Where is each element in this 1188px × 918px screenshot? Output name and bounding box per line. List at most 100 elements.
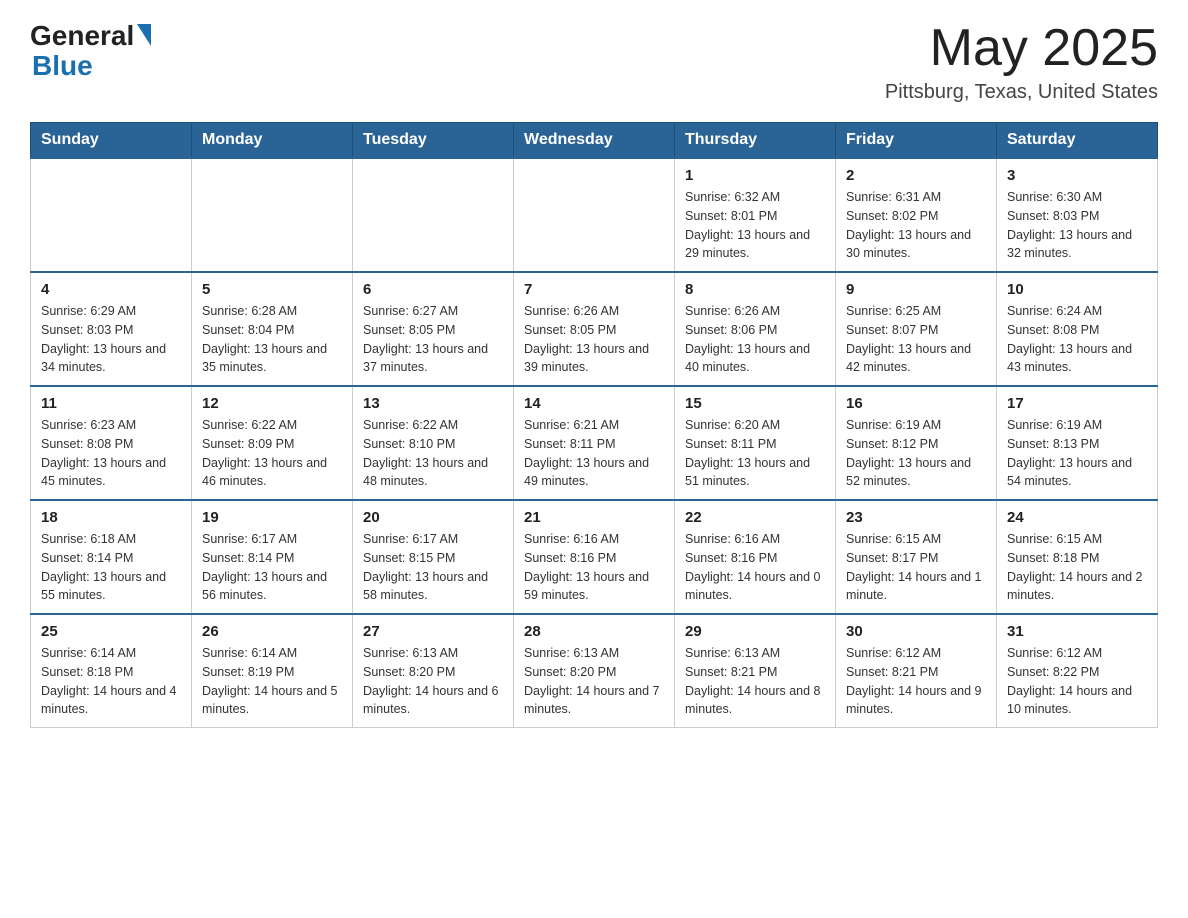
day-number: 23 <box>846 509 986 526</box>
day-info: Sunrise: 6:15 AMSunset: 8:18 PMDaylight:… <box>1007 530 1147 605</box>
day-info: Sunrise: 6:21 AMSunset: 8:11 PMDaylight:… <box>524 416 664 491</box>
day-info: Sunrise: 6:26 AMSunset: 8:05 PMDaylight:… <box>524 302 664 377</box>
day-info: Sunrise: 6:20 AMSunset: 8:11 PMDaylight:… <box>685 416 825 491</box>
calendar-cell <box>31 158 192 272</box>
day-info: Sunrise: 6:22 AMSunset: 8:09 PMDaylight:… <box>202 416 342 491</box>
day-number: 28 <box>524 623 664 640</box>
location-subtitle: Pittsburg, Texas, United States <box>885 81 1158 104</box>
day-number: 6 <box>363 281 503 298</box>
day-info: Sunrise: 6:25 AMSunset: 8:07 PMDaylight:… <box>846 302 986 377</box>
calendar-day-header: Thursday <box>675 123 836 159</box>
day-info: Sunrise: 6:30 AMSunset: 8:03 PMDaylight:… <box>1007 188 1147 263</box>
day-number: 1 <box>685 167 825 184</box>
calendar-day-header: Wednesday <box>514 123 675 159</box>
day-info: Sunrise: 6:18 AMSunset: 8:14 PMDaylight:… <box>41 530 181 605</box>
day-number: 10 <box>1007 281 1147 298</box>
day-number: 8 <box>685 281 825 298</box>
day-number: 11 <box>41 395 181 412</box>
day-number: 30 <box>846 623 986 640</box>
day-info: Sunrise: 6:31 AMSunset: 8:02 PMDaylight:… <box>846 188 986 263</box>
calendar-day-header: Tuesday <box>353 123 514 159</box>
day-number: 19 <box>202 509 342 526</box>
calendar-cell: 9 Sunrise: 6:25 AMSunset: 8:07 PMDaylight… <box>836 272 997 386</box>
day-info: Sunrise: 6:29 AMSunset: 8:03 PMDaylight:… <box>41 302 181 377</box>
calendar-cell: 22 Sunrise: 6:16 AMSunset: 8:16 PMDayligh… <box>675 500 836 614</box>
calendar-cell: 13Sunrise: 6:22 AMSunset: 8:10 PMDayligh… <box>353 386 514 500</box>
day-info: Sunrise: 6:15 AMSunset: 8:17 PMDaylight:… <box>846 530 986 605</box>
day-info: Sunrise: 6:26 AMSunset: 8:06 PMDaylight:… <box>685 302 825 377</box>
logo: General Blue <box>30 20 151 80</box>
day-number: 17 <box>1007 395 1147 412</box>
calendar-cell: 1 Sunrise: 6:32 AMSunset: 8:01 PMDaylight… <box>675 158 836 272</box>
calendar-cell: 10Sunrise: 6:24 AMSunset: 8:08 PMDayligh… <box>997 272 1158 386</box>
calendar-cell: 11 Sunrise: 6:23 AMSunset: 8:08 PMDayligh… <box>31 386 192 500</box>
calendar-cell: 2 Sunrise: 6:31 AMSunset: 8:02 PMDaylight… <box>836 158 997 272</box>
day-number: 12 <box>202 395 342 412</box>
day-number: 24 <box>1007 509 1147 526</box>
day-info: Sunrise: 6:27 AMSunset: 8:05 PMDaylight:… <box>363 302 503 377</box>
calendar-cell: 26 Sunrise: 6:14 AMSunset: 8:19 PMDayligh… <box>192 614 353 728</box>
calendar-cell: 17Sunrise: 6:19 AMSunset: 8:13 PMDayligh… <box>997 386 1158 500</box>
day-number: 16 <box>846 395 986 412</box>
day-number: 27 <box>363 623 503 640</box>
calendar-cell: 4 Sunrise: 6:29 AMSunset: 8:03 PMDaylight… <box>31 272 192 386</box>
calendar-cell <box>192 158 353 272</box>
calendar-day-header: Friday <box>836 123 997 159</box>
day-number: 22 <box>685 509 825 526</box>
day-info: Sunrise: 6:32 AMSunset: 8:01 PMDaylight:… <box>685 188 825 263</box>
calendar-week-row: 11 Sunrise: 6:23 AMSunset: 8:08 PMDayligh… <box>31 386 1158 500</box>
logo-triangle-icon <box>137 24 151 46</box>
day-number: 7 <box>524 281 664 298</box>
calendar-cell: 12 Sunrise: 6:22 AMSunset: 8:09 PMDayligh… <box>192 386 353 500</box>
day-number: 9 <box>846 281 986 298</box>
day-info: Sunrise: 6:13 AMSunset: 8:21 PMDaylight:… <box>685 644 825 719</box>
day-info: Sunrise: 6:14 AMSunset: 8:18 PMDaylight:… <box>41 644 181 719</box>
calendar-table: SundayMondayTuesdayWednesdayThursdayFrid… <box>30 122 1158 728</box>
logo-general-text: General <box>30 20 134 52</box>
day-info: Sunrise: 6:17 AMSunset: 8:15 PMDaylight:… <box>363 530 503 605</box>
logo-blue-text: Blue <box>30 52 151 80</box>
day-info: Sunrise: 6:13 AMSunset: 8:20 PMDaylight:… <box>363 644 503 719</box>
day-info: Sunrise: 6:16 AMSunset: 8:16 PMDaylight:… <box>685 530 825 605</box>
day-info: Sunrise: 6:28 AMSunset: 8:04 PMDaylight:… <box>202 302 342 377</box>
day-info: Sunrise: 6:16 AMSunset: 8:16 PMDaylight:… <box>524 530 664 605</box>
day-number: 3 <box>1007 167 1147 184</box>
page-header: General Blue May 2025 Pittsburg, Texas, … <box>30 20 1158 104</box>
calendar-header-row: SundayMondayTuesdayWednesdayThursdayFrid… <box>31 123 1158 159</box>
day-info: Sunrise: 6:23 AMSunset: 8:08 PMDaylight:… <box>41 416 181 491</box>
calendar-cell: 3 Sunrise: 6:30 AMSunset: 8:03 PMDaylight… <box>997 158 1158 272</box>
calendar-cell: 28 Sunrise: 6:13 AMSunset: 8:20 PMDayligh… <box>514 614 675 728</box>
day-info: Sunrise: 6:14 AMSunset: 8:19 PMDaylight:… <box>202 644 342 719</box>
calendar-cell: 7 Sunrise: 6:26 AMSunset: 8:05 PMDaylight… <box>514 272 675 386</box>
calendar-week-row: 1 Sunrise: 6:32 AMSunset: 8:01 PMDaylight… <box>31 158 1158 272</box>
day-info: Sunrise: 6:12 AMSunset: 8:22 PMDaylight:… <box>1007 644 1147 719</box>
calendar-cell: 5Sunrise: 6:28 AMSunset: 8:04 PMDaylight… <box>192 272 353 386</box>
calendar-cell: 27 Sunrise: 6:13 AMSunset: 8:20 PMDayligh… <box>353 614 514 728</box>
day-number: 31 <box>1007 623 1147 640</box>
calendar-cell: 14 Sunrise: 6:21 AMSunset: 8:11 PMDayligh… <box>514 386 675 500</box>
calendar-week-row: 25 Sunrise: 6:14 AMSunset: 8:18 PMDayligh… <box>31 614 1158 728</box>
calendar-cell: 29Sunrise: 6:13 AMSunset: 8:21 PMDayligh… <box>675 614 836 728</box>
calendar-cell <box>353 158 514 272</box>
title-block: May 2025 Pittsburg, Texas, United States <box>885 20 1158 104</box>
calendar-cell: 30 Sunrise: 6:12 AMSunset: 8:21 PMDayligh… <box>836 614 997 728</box>
calendar-cell: 8 Sunrise: 6:26 AMSunset: 8:06 PMDaylight… <box>675 272 836 386</box>
day-number: 25 <box>41 623 181 640</box>
day-number: 26 <box>202 623 342 640</box>
day-number: 13 <box>363 395 503 412</box>
calendar-cell: 21Sunrise: 6:16 AMSunset: 8:16 PMDayligh… <box>514 500 675 614</box>
calendar-cell: 31 Sunrise: 6:12 AMSunset: 8:22 PMDayligh… <box>997 614 1158 728</box>
day-info: Sunrise: 6:13 AMSunset: 8:20 PMDaylight:… <box>524 644 664 719</box>
calendar-cell: 24 Sunrise: 6:15 AMSunset: 8:18 PMDayligh… <box>997 500 1158 614</box>
day-number: 4 <box>41 281 181 298</box>
calendar-cell <box>514 158 675 272</box>
day-info: Sunrise: 6:12 AMSunset: 8:21 PMDaylight:… <box>846 644 986 719</box>
calendar-cell: 20 Sunrise: 6:17 AMSunset: 8:15 PMDayligh… <box>353 500 514 614</box>
month-year-title: May 2025 <box>885 20 1158 77</box>
day-number: 14 <box>524 395 664 412</box>
calendar-day-header: Monday <box>192 123 353 159</box>
calendar-week-row: 18Sunrise: 6:18 AMSunset: 8:14 PMDayligh… <box>31 500 1158 614</box>
day-number: 2 <box>846 167 986 184</box>
day-number: 20 <box>363 509 503 526</box>
calendar-cell: 6 Sunrise: 6:27 AMSunset: 8:05 PMDaylight… <box>353 272 514 386</box>
